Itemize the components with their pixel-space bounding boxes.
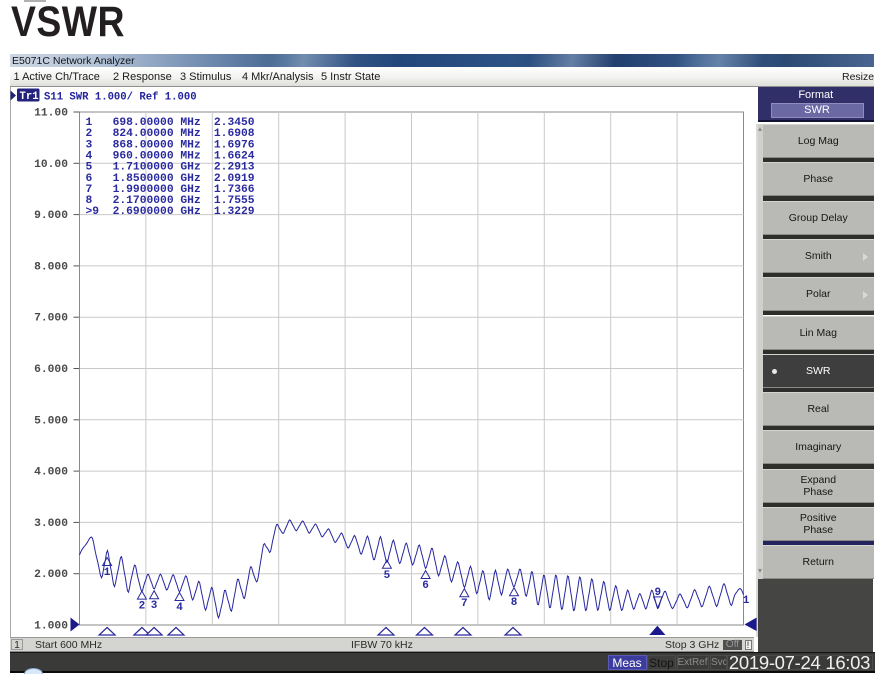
svg-text:3.000: 3.000 [34,518,68,530]
svg-text:1: 1 [86,117,93,129]
svg-text:Tr1: Tr1 [20,91,39,103]
svg-text:7: 7 [86,184,93,196]
svg-text:6: 6 [422,580,429,592]
svg-text:4.000: 4.000 [34,467,68,479]
svg-text:9.000: 9.000 [34,210,68,222]
svg-text:2.6900000 GHz: 2.6900000 GHz [113,206,201,218]
svg-text:4: 4 [86,150,93,162]
svg-text:7.000: 7.000 [34,313,68,325]
svg-text:1.7366: 1.7366 [214,184,255,196]
svg-text:1: 1 [743,595,750,607]
svg-text:5.000: 5.000 [34,415,68,427]
svg-text:6.000: 6.000 [34,364,68,376]
svg-text:>9: >9 [86,206,100,218]
svg-text:1.9900000 GHz: 1.9900000 GHz [113,184,201,196]
svg-text:5: 5 [384,570,391,582]
svg-text:5: 5 [86,162,93,174]
svg-text:2.3450: 2.3450 [214,117,255,129]
svg-text:3: 3 [151,600,158,612]
svg-text:1: 1 [104,567,111,579]
svg-text:1.3229: 1.3229 [214,206,255,218]
svg-text:8.000: 8.000 [34,261,68,273]
svg-text:2.000: 2.000 [34,569,68,581]
svg-text:7: 7 [461,598,468,610]
svg-text:2: 2 [139,601,146,613]
svg-text:11.00: 11.00 [34,108,68,120]
svg-text:9: 9 [654,587,661,599]
svg-text:1.7100000 GHz: 1.7100000 GHz [113,162,201,174]
svg-text:8: 8 [511,597,518,609]
svg-text:1.000: 1.000 [34,621,68,633]
svg-text:S11 SWR 1.000/ Ref 1.000: S11 SWR 1.000/ Ref 1.000 [44,92,197,104]
svg-text:698.00000 MHz: 698.00000 MHz [113,117,201,129]
svg-text:960.00000 MHz: 960.00000 MHz [113,150,201,162]
svg-text:1.6624: 1.6624 [214,150,255,162]
svg-text:4: 4 [176,602,183,614]
svg-text:2.2913: 2.2913 [214,162,255,174]
svg-text:10.00: 10.00 [34,159,68,171]
